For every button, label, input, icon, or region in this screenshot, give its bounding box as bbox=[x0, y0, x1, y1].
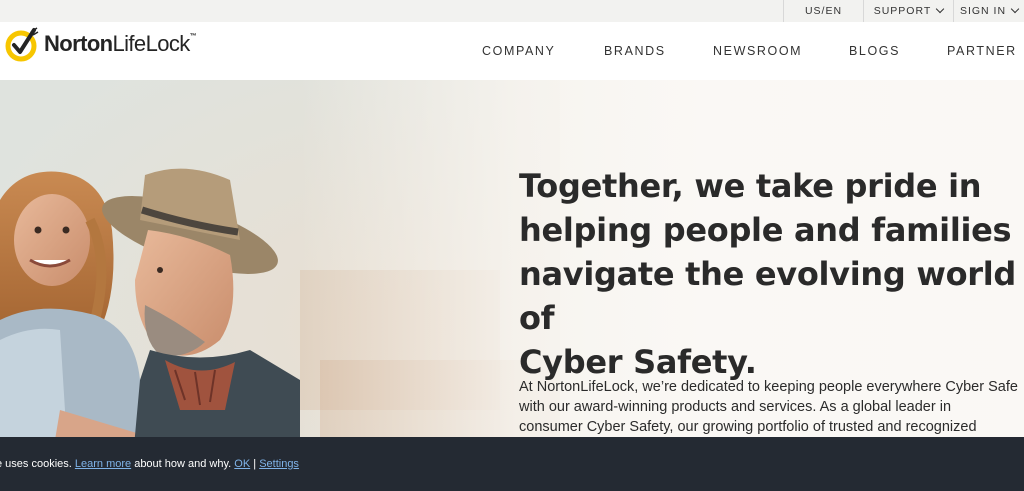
description-line: At NortonLifeLock, we’re dedicated to ke… bbox=[519, 379, 1018, 395]
nav-blogs[interactable]: BLOGS bbox=[849, 22, 900, 80]
norton-check-icon bbox=[5, 27, 39, 62]
brand-name: NortonLifeLock™ bbox=[44, 31, 197, 56]
headline-line: helping people and families bbox=[519, 211, 1012, 249]
cookie-ok-link[interactable]: OK bbox=[234, 458, 250, 470]
description-line: consumer Cyber Safety, our growing portf… bbox=[519, 419, 977, 435]
headline-line: Together, we take pride in bbox=[519, 167, 982, 205]
chevron-down-icon bbox=[1010, 4, 1020, 14]
cookie-message: e uses cookies. Learn more about how and… bbox=[0, 458, 299, 470]
locale-selector[interactable]: US/EN bbox=[783, 0, 863, 22]
support-label: SUPPORT bbox=[873, 5, 932, 17]
hero-headline: Together, we take pride in helping peopl… bbox=[519, 164, 1019, 384]
hero-description: At NortonLifeLock, we’re dedicated to ke… bbox=[519, 377, 1019, 437]
main-header: NortonLifeLock™ COMPANY BRANDS NEWSROOM … bbox=[0, 22, 1024, 80]
headline-line: navigate the evolving world of bbox=[519, 255, 1017, 337]
cookie-banner: e uses cookies. Learn more about how and… bbox=[0, 437, 1024, 491]
locale-label: US/EN bbox=[804, 5, 843, 17]
description-line: with our award-winning products and serv… bbox=[519, 399, 952, 415]
nav-brands[interactable]: BRANDS bbox=[604, 22, 666, 80]
nav-partner[interactable]: PARTNER bbox=[947, 22, 1017, 80]
norton-logo[interactable]: NortonLifeLock™ bbox=[4, 26, 197, 62]
utility-bar: US/EN SUPPORT SIGN IN bbox=[0, 0, 1024, 22]
cookie-learn-more-link[interactable]: Learn more bbox=[75, 458, 131, 470]
chevron-down-icon bbox=[936, 4, 945, 14]
sign-in-label: SIGN IN bbox=[959, 5, 1007, 17]
cookie-settings-link[interactable]: Settings bbox=[259, 458, 299, 470]
nav-company[interactable]: COMPANY bbox=[482, 22, 555, 80]
sign-in-menu[interactable]: SIGN IN bbox=[953, 0, 1024, 22]
support-menu[interactable]: SUPPORT bbox=[863, 0, 953, 22]
nav-newsroom[interactable]: NEWSROOM bbox=[713, 22, 802, 80]
hero-section: Together, we take pride in helping peopl… bbox=[0, 80, 1024, 491]
